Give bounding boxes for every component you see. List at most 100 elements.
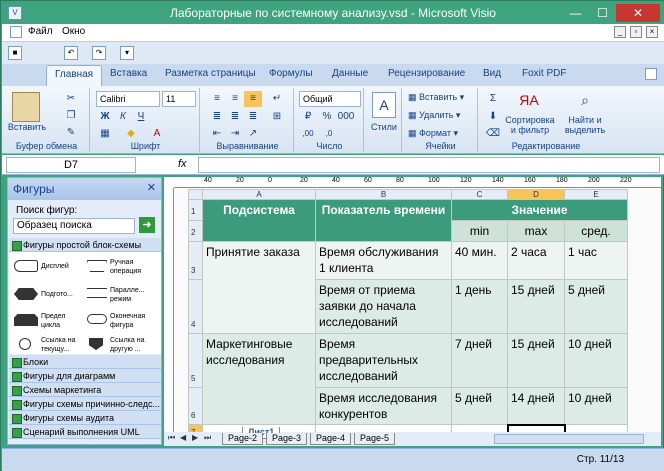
cell-subsystem[interactable]: Маркетинговые исследования	[202, 333, 316, 425]
col-header-a[interactable]: A	[202, 189, 316, 200]
row-header[interactable]: 6	[188, 387, 203, 425]
embedded-spreadsheet[interactable]: A B C D E 1 Подсистема Показатель времен…	[175, 189, 661, 443]
maximize-button[interactable]: ☐	[589, 4, 616, 22]
merge-cells-icon[interactable]: ⊞	[268, 109, 286, 125]
paste-icon[interactable]	[12, 92, 40, 122]
row-header[interactable]: 3	[188, 241, 203, 280]
copy-icon[interactable]: ❐	[62, 108, 80, 124]
menu-file[interactable]: Файл	[28, 26, 53, 37]
font-size-select[interactable]: 11	[162, 91, 196, 107]
panel-close-icon[interactable]: ✕	[147, 181, 156, 194]
align-top-icon[interactable]: ≡	[208, 91, 226, 107]
cell-avg[interactable]: 10 дней	[564, 333, 628, 388]
cell-max[interactable]: 15 дней	[507, 279, 565, 334]
row-header[interactable]: 1	[188, 199, 203, 221]
fx-button[interactable]: fx	[178, 158, 187, 170]
align-middle-icon[interactable]: ≡	[226, 91, 244, 107]
mdi-restore-icon[interactable]: ▫	[630, 26, 642, 38]
save-icon[interactable]: ■	[8, 46, 22, 60]
tab-formulas[interactable]: Формулы	[269, 68, 313, 79]
tab-foxit-pdf[interactable]: Foxit PDF	[522, 68, 566, 79]
thousands-icon[interactable]: 000	[337, 109, 355, 125]
sort-filter-icon[interactable]: ЯА	[516, 92, 542, 114]
insert-cells-button[interactable]: ▦ Вставить ▾	[408, 92, 464, 103]
stencil-basic-flowchart[interactable]: Фигуры простой блок-схемы	[9, 238, 161, 252]
row-header[interactable]: 4	[188, 279, 203, 334]
clear-icon[interactable]: ⌫	[484, 126, 502, 142]
shape-search-input[interactable]: Образец поиска	[13, 218, 135, 234]
align-bottom-icon[interactable]: ≡	[244, 91, 262, 107]
find-select-button[interactable]: Найти и выделить	[560, 115, 610, 135]
search-go-icon[interactable]: ➜	[139, 217, 155, 233]
corner-cell[interactable]	[188, 189, 203, 200]
autosum-icon[interactable]: Σ	[484, 91, 502, 107]
loop-limit-shape-icon[interactable]	[14, 314, 38, 326]
col-header-d[interactable]: D	[507, 189, 565, 200]
last-page-icon[interactable]: ⏭	[204, 433, 211, 443]
header-time-metric[interactable]: Показатель времени	[315, 199, 452, 242]
name-box[interactable]: D7	[6, 157, 136, 173]
wrap-text-icon[interactable]: ↵	[268, 91, 286, 107]
help-icon[interactable]	[645, 68, 657, 80]
cell-subsystem[interactable]: Принятие заказа	[202, 241, 316, 334]
page-tab-3[interactable]: Page-3	[266, 433, 308, 445]
minimize-button[interactable]: —	[562, 4, 589, 22]
preparation-shape-icon[interactable]	[14, 288, 38, 300]
tab-data[interactable]: Данные	[332, 68, 368, 79]
bold-button[interactable]: Ж	[96, 109, 114, 125]
find-select-icon[interactable]: ⌕	[574, 92, 596, 114]
cell-metric[interactable]: Время предварительных исследований	[315, 333, 452, 388]
currency-icon[interactable]: ₽	[299, 109, 317, 125]
first-page-icon[interactable]: ⏮	[168, 433, 175, 443]
number-format-select[interactable]: Общий	[299, 91, 361, 107]
page-tab-5[interactable]: Page-5	[354, 433, 396, 445]
cell-metric[interactable]: Время обслуживания 1 клиента	[315, 241, 452, 280]
stencil-chart-shapes[interactable]: Фигуры для диаграмм	[9, 369, 161, 383]
stencil-uml-use-case[interactable]: Сценарий выполнения UML	[9, 425, 161, 439]
orientation-icon[interactable]: ↗	[244, 126, 262, 142]
stencil-blocks[interactable]: Блоки	[9, 355, 161, 369]
tab-insert[interactable]: Вставка	[110, 68, 147, 79]
prev-page-icon[interactable]: ◀	[180, 433, 186, 442]
format-painter-icon[interactable]: ✎	[62, 125, 80, 141]
cell-avg[interactable]: 10 дней	[564, 387, 628, 425]
display-shape-icon[interactable]	[14, 260, 38, 272]
cell-avg[interactable]: 5 дней	[564, 279, 628, 334]
next-page-icon[interactable]: ▶	[192, 433, 198, 442]
align-center-icon[interactable]: ≣	[226, 109, 244, 125]
header-avg[interactable]: сред.	[564, 220, 628, 242]
increase-decimal-icon[interactable]: ,00	[299, 126, 317, 142]
col-header-c[interactable]: C	[451, 189, 508, 200]
manual-operation-shape-icon[interactable]	[87, 260, 107, 272]
italic-button[interactable]: К	[114, 109, 132, 125]
parallel-mode-shape-icon[interactable]	[87, 288, 107, 298]
drawing-canvas[interactable]: 40 20 0 20 40 60 80 100 120 140 160 180 …	[164, 177, 661, 443]
format-cells-button[interactable]: ▦ Формат ▾	[408, 128, 458, 139]
cut-icon[interactable]: ✂	[62, 91, 80, 107]
cell-min[interactable]: 40 мин.	[451, 241, 508, 280]
header-value[interactable]: Значение	[451, 199, 628, 221]
paste-button[interactable]: Вставить	[6, 122, 48, 132]
cell-metric[interactable]: Время от приема заявки до начала исследо…	[315, 279, 452, 334]
stencil-audit[interactable]: Фигуры схемы аудита	[9, 411, 161, 425]
col-header-e[interactable]: E	[564, 189, 628, 200]
customize-qat-icon[interactable]: ▾	[120, 46, 134, 60]
cell-max[interactable]: 2 часа	[507, 241, 565, 280]
cell-max[interactable]: 15 дней	[507, 333, 565, 388]
cell-min[interactable]: 7 дней	[451, 333, 508, 388]
cell-min[interactable]: 5 дней	[451, 387, 508, 425]
page-tab-2[interactable]: Page-2	[222, 433, 264, 445]
on-page-reference-shape-icon[interactable]	[19, 338, 31, 350]
row-header[interactable]: 2	[188, 220, 203, 242]
fill-icon[interactable]: ⬇	[484, 109, 502, 125]
off-page-reference-shape-icon[interactable]	[89, 338, 103, 350]
redo-icon[interactable]: ↷	[92, 46, 106, 60]
tab-review[interactable]: Рецензирование	[388, 68, 465, 79]
mdi-minimize-icon[interactable]: _	[614, 26, 626, 38]
formula-input[interactable]	[198, 157, 660, 173]
align-right-icon[interactable]: ≣	[244, 109, 262, 125]
header-min[interactable]: min	[451, 220, 508, 242]
fill-color-icon[interactable]: ◆	[122, 126, 140, 142]
delete-cells-button[interactable]: ▦ Удалить ▾	[408, 110, 460, 121]
row-header[interactable]: 5	[188, 333, 203, 388]
